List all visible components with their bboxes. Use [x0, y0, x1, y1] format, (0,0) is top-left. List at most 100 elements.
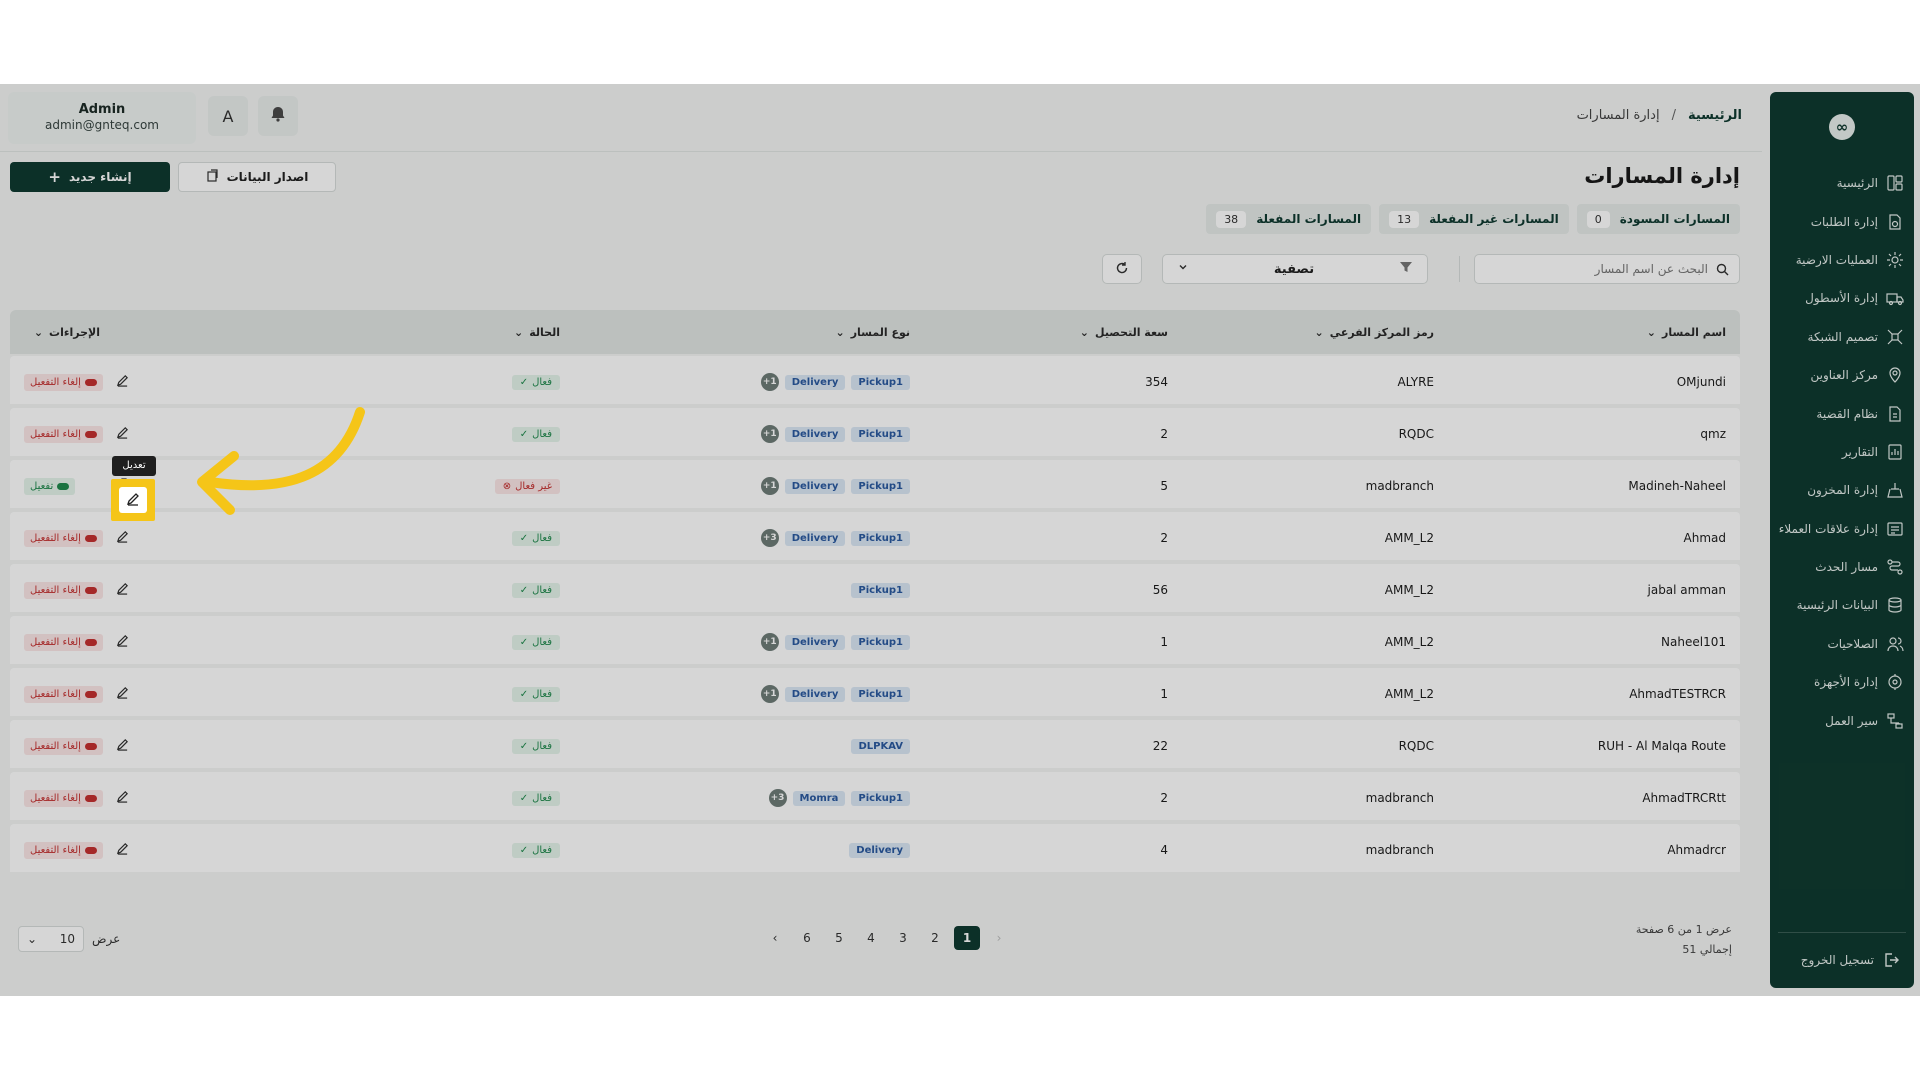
col-route-type[interactable]: نوع المسار ⌄ — [835, 310, 910, 354]
breadcrumb-home[interactable]: الرئيسية — [1688, 108, 1742, 123]
toggle-status-button[interactable]: إلغاء التفعيل — [24, 841, 103, 859]
capacity-value: 5 — [1160, 479, 1168, 493]
dashboard-icon — [1886, 174, 1904, 192]
toggle-status-button[interactable]: إلغاء التفعيل — [24, 737, 103, 755]
page-title: إدارة المسارات — [1584, 164, 1740, 188]
more-types-badge[interactable]: 3+ — [760, 529, 779, 547]
create-new-button[interactable]: إنشاء جديد + — [10, 162, 170, 192]
refresh-icon — [1115, 260, 1129, 279]
edit-tooltip: تعديل — [112, 456, 156, 476]
sidebar-item-crm[interactable]: إدارة علاقات العملاء — [1770, 510, 1914, 548]
per-page-select[interactable]: ⌄ 10 — [18, 926, 84, 952]
more-types-badge[interactable]: 1+ — [760, 685, 779, 703]
per-page-label: عرض — [92, 932, 121, 946]
capacity-value: 2 — [1160, 427, 1168, 441]
col-status[interactable]: الحالة ⌄ — [514, 310, 560, 354]
toggle-status-button[interactable]: إلغاء التفعيل — [24, 425, 103, 443]
toggle-status-button[interactable]: تفعيل — [24, 477, 76, 495]
status-label: غير فعال — [515, 480, 552, 492]
sidebar-item-event-path[interactable]: مسار الحدث — [1770, 548, 1914, 586]
sidebar-item-dashboard[interactable]: الرئيسية — [1770, 164, 1914, 202]
edit-button[interactable] — [111, 422, 135, 446]
sidebar-item-truck[interactable]: إدارة الأسطول — [1770, 279, 1914, 317]
capacity-value: 354 — [1145, 375, 1168, 389]
edit-button[interactable] — [111, 526, 135, 550]
edit-button[interactable] — [111, 578, 135, 602]
more-types-badge[interactable]: 3+ — [768, 789, 787, 807]
user-profile[interactable]: Admin admin@gnteq.com — [8, 92, 196, 144]
more-types-badge[interactable]: 1+ — [760, 477, 779, 495]
more-types-badge[interactable]: 1+ — [760, 425, 779, 443]
tab-inactive-routes[interactable]: المسارات غير المفعلة 13 — [1379, 204, 1569, 234]
col-label: اسم المسار — [1662, 325, 1726, 339]
page-1-button[interactable]: 1 — [954, 926, 980, 950]
refresh-button[interactable] — [1102, 254, 1142, 284]
edit-button[interactable] — [111, 734, 135, 758]
sidebar-item-location[interactable]: مركز العناوين — [1770, 356, 1914, 394]
more-types-badge[interactable]: 1+ — [760, 373, 779, 391]
edit-button[interactable] — [111, 786, 135, 810]
search-input[interactable]: البحث عن اسم المسار — [1474, 254, 1740, 284]
sidebar-item-device[interactable]: إدارة الأجهزة — [1770, 663, 1914, 701]
col-label: نوع المسار — [850, 325, 910, 339]
col-capacity[interactable]: سعة التحصيل ⌄ — [1080, 310, 1168, 354]
sidebar-item-orders[interactable]: إدارة الطلبات — [1770, 202, 1914, 240]
page-5-button[interactable]: 5 — [826, 926, 852, 950]
export-button[interactable]: اصدار البيانات — [178, 162, 336, 192]
prev-page-icon[interactable]: › — [986, 926, 1012, 950]
more-types-badge[interactable]: 1+ — [760, 633, 779, 651]
status-label: فعال — [532, 740, 552, 752]
action-label: إلغاء التفعيل — [30, 532, 81, 544]
filter-dropdown[interactable]: تصفية — [1162, 254, 1428, 284]
toggle-status-button[interactable]: إلغاء التفعيل — [24, 633, 103, 651]
col-label: سعة التحصيل — [1095, 325, 1168, 339]
tab-draft-routes[interactable]: المسارات المسودة 0 — [1576, 204, 1740, 234]
sidebar-item-case[interactable]: نظام القضية — [1770, 394, 1914, 432]
route-name: jabal amman — [1647, 583, 1727, 597]
toggle-status-button[interactable]: إلغاء التفعيل — [24, 581, 103, 599]
edit-button[interactable] — [111, 838, 135, 862]
tab-active-routes[interactable]: المسارات المفعلة 38 — [1206, 204, 1372, 234]
sidebar-item-users[interactable]: الصلاحيات — [1770, 625, 1914, 663]
notification-button[interactable] — [258, 96, 298, 136]
page-2-button[interactable]: 2 — [922, 926, 948, 950]
page-3-button[interactable]: 3 — [890, 926, 916, 950]
database-icon — [1886, 596, 1904, 614]
sidebar-item-inventory[interactable]: إدارة المخزون — [1770, 471, 1914, 509]
status-label: فعال — [532, 844, 552, 856]
sidebar-item-database[interactable]: البيانات الرئيسية — [1770, 586, 1914, 624]
toggle-status-button[interactable]: إلغاء التفعيل — [24, 373, 103, 391]
toggle-status-button[interactable]: إلغاء التفعيل — [24, 529, 103, 547]
edit-button[interactable] — [111, 370, 135, 394]
table-row: Ahmadrcr madbranch 4 Delivery فعال ✓ إلغاء الت… — [10, 824, 1740, 876]
route-name: AhmadTESTRCR — [1629, 687, 1726, 701]
col-branch-code[interactable]: رمز المركز الفرعي ⌄ — [1314, 310, 1434, 354]
route-tabs: المسارات المفعلة 38 المسارات غير المفعلة… — [1206, 204, 1740, 234]
sidebar-item-report[interactable]: التقارير — [1770, 433, 1914, 471]
tab-count: 38 — [1216, 210, 1247, 228]
table-row: AhmadTESTRCR AMM_L2 1 Pickup1 Delivery 1+ فعال… — [10, 668, 1740, 720]
toggle-status-button[interactable]: إلغاء التفعيل — [24, 789, 103, 807]
sidebar-item-label: مسار الحدث — [1815, 560, 1878, 575]
sidebar-item-workflow[interactable]: سير العمل — [1770, 701, 1914, 739]
edit-button[interactable] — [111, 682, 135, 706]
route-type-tag: Pickup1 — [851, 790, 910, 806]
page-4-button[interactable]: 4 — [858, 926, 884, 950]
action-label: إلغاء التفعيل — [30, 740, 81, 752]
sidebar-item-label: سير العمل — [1825, 713, 1878, 728]
language-button[interactable]: A — [208, 96, 248, 136]
next-page-icon[interactable]: ‹ — [762, 926, 788, 950]
highlighted-edit-button[interactable] — [119, 487, 147, 513]
page-6-button[interactable]: 6 — [794, 926, 820, 950]
col-route-name[interactable]: اسم المسار ⌄ — [1647, 310, 1726, 354]
sidebar-item-network[interactable]: تصميم الشبكة — [1770, 318, 1914, 356]
sidebar-item-label: تصميم الشبكة — [1807, 329, 1878, 344]
logout-button[interactable]: تسجيل الخروج — [1770, 940, 1914, 980]
toggle-status-button[interactable]: إلغاء التفعيل — [24, 685, 103, 703]
col-actions[interactable]: الإجراءات ⌄ — [34, 310, 100, 354]
users-icon — [1886, 635, 1904, 653]
status-cell: فعال ✓ — [511, 356, 560, 408]
sidebar-item-ground-ops[interactable]: العمليات الارضية — [1770, 241, 1914, 279]
actions-cell: إلغاء التفعيل — [24, 564, 135, 616]
edit-button[interactable] — [111, 630, 135, 654]
